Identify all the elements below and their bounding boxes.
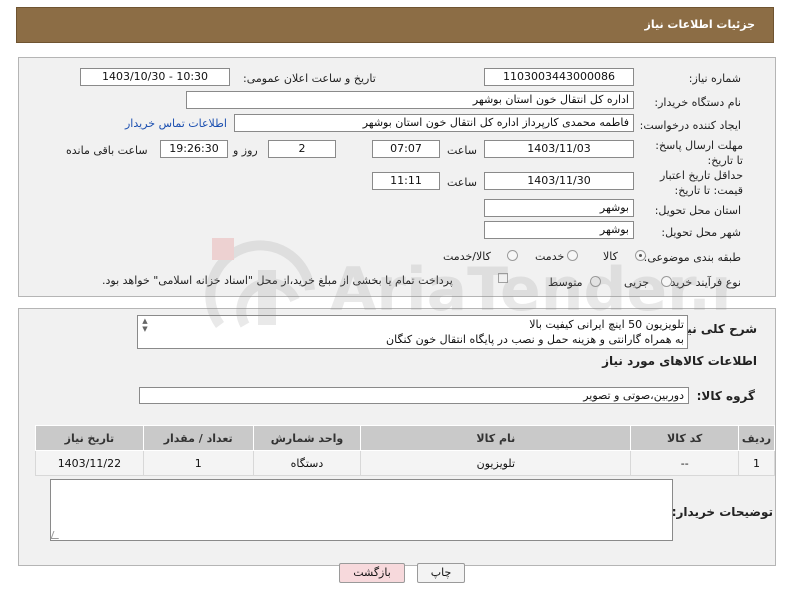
col-unit: واحد شمارش	[252, 425, 362, 451]
goods-group-label: گروه کالا:	[696, 389, 755, 403]
days-label: روز و	[233, 144, 258, 157]
print-button[interactable]: چاپ	[417, 563, 465, 583]
resize-grip-icon[interactable]	[50, 531, 62, 539]
reply-deadline-label: مهلت ارسال پاسخ: تا تاریخ:	[655, 139, 743, 167]
province-label: استان محل تحویل:	[654, 204, 741, 217]
announce-field: 1403/10/30 - 10:30	[80, 68, 230, 86]
table-row: 1 -- تلویزیون دستگاه 1 1403/11/22	[35, 450, 775, 476]
price-validity-label: حداقل تاریخ اعتبار قیمت: تا تاریخ:	[659, 169, 743, 197]
goods-group-field: دوربین،صوتی و تصویر	[139, 387, 689, 404]
watermark-logo-graphic: AriaTender.neT	[205, 238, 789, 328]
goods-table: ردیف کد کالا نام کالا واحد شمارش تعداد /…	[35, 425, 775, 476]
cell-goods-name: تلویزیون	[360, 450, 632, 476]
goods-table-header: ردیف کد کالا نام کالا واحد شمارش تعداد /…	[35, 425, 775, 451]
cell-quantity: 1	[142, 450, 254, 476]
page-header: جزئیات اطلاعات نیاز	[16, 7, 774, 43]
watermark-logo: AriaTender.neT	[190, 230, 789, 340]
col-row-number: ردیف	[738, 425, 775, 451]
announce-label: تاریخ و ساعت اعلان عمومی:	[243, 72, 376, 85]
reply-time-label: ساعت	[447, 144, 477, 157]
need-number-label: شماره نیاز:	[688, 72, 741, 85]
creator-label: ایجاد کننده درخواست:	[639, 119, 741, 132]
buyer-org-field: اداره کل انتقال خون استان بوشهر	[186, 91, 634, 109]
need-number-field: 1103003443000086	[484, 68, 634, 86]
price-time-label: ساعت	[447, 176, 477, 189]
remaining-time-field: 19:26:30	[160, 140, 228, 158]
col-goods-code: کد کالا	[630, 425, 740, 451]
province-field: بوشهر	[484, 199, 634, 217]
cell-unit: دستگاه	[252, 450, 362, 476]
goods-section-title: اطلاعات کالاهای مورد نیاز	[602, 354, 757, 368]
col-quantity: تعداد / مقدار	[142, 425, 254, 451]
textarea-scroll-icon[interactable]: ▲ ▼	[140, 317, 150, 347]
creator-field: فاطمه محمدی کارپرداز اداره کل انتقال خون…	[234, 114, 634, 132]
col-goods-name: نام کالا	[360, 425, 632, 451]
page-title: جزئیات اطلاعات نیاز	[644, 18, 756, 31]
reply-time-field: 07:07	[372, 140, 440, 158]
watermark-text: AriaTender.neT	[330, 255, 730, 325]
buyer-org-label: نام دستگاه خریدار:	[654, 96, 741, 109]
days-field: 2	[268, 140, 336, 158]
reply-date-field: 1403/11/03	[484, 140, 634, 158]
col-need-date: تاریخ نیاز	[35, 425, 144, 451]
price-date-field: 1403/11/30	[484, 172, 634, 190]
cell-need-date: 1403/11/22	[35, 450, 144, 476]
back-button[interactable]: بازگشت	[339, 563, 405, 583]
buyer-notes-label: توضیحات خریدار:	[671, 505, 773, 519]
cell-row-number: 1	[738, 450, 775, 476]
price-time-field: 11:11	[372, 172, 440, 190]
remaining-label: ساعت باقی مانده	[66, 144, 148, 157]
buyer-notes-textarea[interactable]	[50, 479, 673, 541]
buyer-contact-link[interactable]: اطلاعات تماس خریدار	[125, 117, 227, 130]
cell-goods-code: --	[630, 450, 740, 476]
